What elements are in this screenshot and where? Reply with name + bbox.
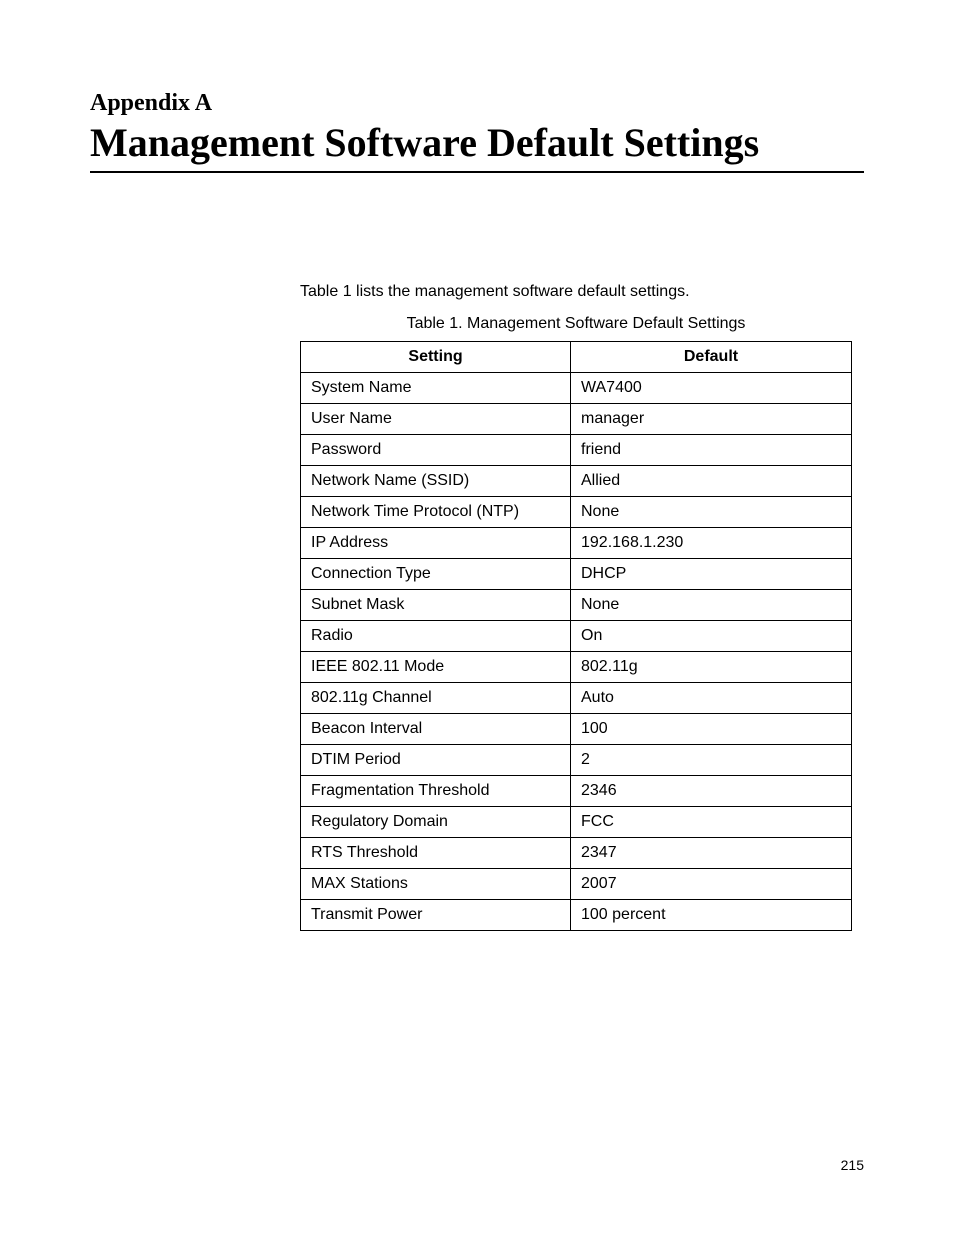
cell-setting: User Name	[301, 404, 571, 435]
cell-setting: Fragmentation Threshold	[301, 776, 571, 807]
cell-default: FCC	[571, 807, 852, 838]
cell-default: 192.168.1.230	[571, 528, 852, 559]
cell-setting: System Name	[301, 373, 571, 404]
table-row: System NameWA7400	[301, 373, 852, 404]
cell-default: DHCP	[571, 559, 852, 590]
cell-setting: MAX Stations	[301, 869, 571, 900]
cell-default: WA7400	[571, 373, 852, 404]
table-row: RTS Threshold2347	[301, 838, 852, 869]
table-row: Regulatory DomainFCC	[301, 807, 852, 838]
cell-default: None	[571, 497, 852, 528]
cell-setting: Password	[301, 435, 571, 466]
cell-setting: Connection Type	[301, 559, 571, 590]
cell-setting: Regulatory Domain	[301, 807, 571, 838]
cell-setting: 802.11g Channel	[301, 683, 571, 714]
col-header-setting: Setting	[301, 342, 571, 373]
cell-default: 100	[571, 714, 852, 745]
cell-default: 2007	[571, 869, 852, 900]
cell-setting: IEEE 802.11 Mode	[301, 652, 571, 683]
col-header-default: Default	[571, 342, 852, 373]
cell-setting: Radio	[301, 621, 571, 652]
table-row: Network Name (SSID)Allied	[301, 466, 852, 497]
cell-default: friend	[571, 435, 852, 466]
table-row: MAX Stations2007	[301, 869, 852, 900]
table-row: User Namemanager	[301, 404, 852, 435]
cell-default: Allied	[571, 466, 852, 497]
settings-table: Setting Default System NameWA7400 User N…	[300, 341, 852, 931]
cell-default: 2346	[571, 776, 852, 807]
cell-setting: Beacon Interval	[301, 714, 571, 745]
cell-default: 2	[571, 745, 852, 776]
header-block: Appendix A Management Software Default S…	[90, 90, 864, 173]
page-container: Appendix A Management Software Default S…	[0, 0, 954, 1235]
page-title: Management Software Default Settings	[90, 121, 864, 173]
cell-setting: DTIM Period	[301, 745, 571, 776]
table-header-row: Setting Default	[301, 342, 852, 373]
cell-setting: Transmit Power	[301, 900, 571, 931]
appendix-label: Appendix A	[90, 90, 864, 117]
table-row: IP Address192.168.1.230	[301, 528, 852, 559]
table-row: Beacon Interval100	[301, 714, 852, 745]
intro-paragraph: Table 1 lists the management software de…	[300, 283, 864, 301]
table-row: Connection TypeDHCP	[301, 559, 852, 590]
cell-default: 100 percent	[571, 900, 852, 931]
table-row: Passwordfriend	[301, 435, 852, 466]
table-row: RadioOn	[301, 621, 852, 652]
table-row: Fragmentation Threshold2346	[301, 776, 852, 807]
cell-setting: Subnet Mask	[301, 590, 571, 621]
table-row: IEEE 802.11 Mode802.11g	[301, 652, 852, 683]
table-row: Subnet MaskNone	[301, 590, 852, 621]
cell-default: On	[571, 621, 852, 652]
cell-setting: Network Time Protocol (NTP)	[301, 497, 571, 528]
cell-default: None	[571, 590, 852, 621]
table-row: Network Time Protocol (NTP)None	[301, 497, 852, 528]
table-row: Transmit Power100 percent	[301, 900, 852, 931]
cell-default: 2347	[571, 838, 852, 869]
body-content: Table 1 lists the management software de…	[300, 283, 864, 931]
cell-default: Auto	[571, 683, 852, 714]
cell-setting: IP Address	[301, 528, 571, 559]
table-row: DTIM Period2	[301, 745, 852, 776]
cell-default: manager	[571, 404, 852, 435]
table-caption: Table 1. Management Software Default Set…	[300, 315, 852, 333]
cell-setting: Network Name (SSID)	[301, 466, 571, 497]
cell-setting: RTS Threshold	[301, 838, 571, 869]
page-number: 215	[841, 1157, 864, 1173]
table-row: 802.11g ChannelAuto	[301, 683, 852, 714]
cell-default: 802.11g	[571, 652, 852, 683]
